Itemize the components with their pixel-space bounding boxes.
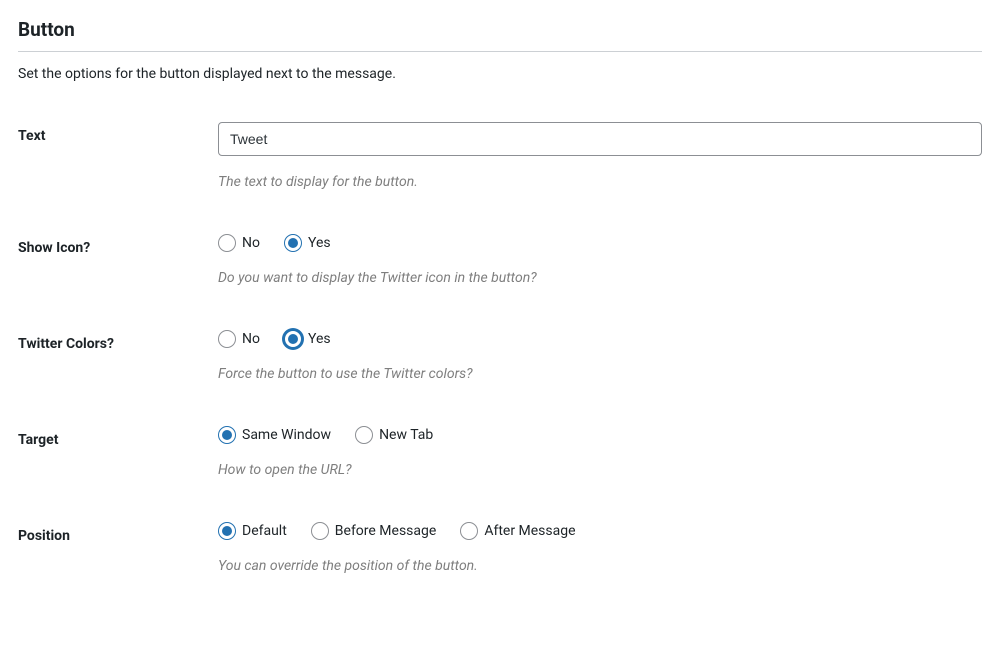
field-position: Position Default Before Message After Me…: [18, 522, 982, 574]
target-radio-group: Same Window New Tab: [218, 426, 982, 444]
field-text: Text The text to display for the button.: [18, 122, 982, 190]
field-position-help: You can override the position of the but…: [218, 558, 982, 574]
radio-icon: [218, 234, 236, 252]
radio-icon: [460, 522, 478, 540]
field-position-label: Position: [18, 522, 218, 544]
field-text-label: Text: [18, 122, 218, 144]
field-target-help: How to open the URL?: [218, 462, 982, 478]
field-twitter-colors-control: No Yes Force the button to use the Twitt…: [218, 330, 982, 382]
field-position-control: Default Before Message After Message You…: [218, 522, 982, 574]
radio-icon: [284, 330, 302, 348]
position-after[interactable]: After Message: [460, 522, 575, 540]
radio-icon: [218, 330, 236, 348]
radio-label: New Tab: [379, 427, 433, 443]
radio-icon: [218, 522, 236, 540]
radio-label: Yes: [308, 235, 331, 251]
field-show-icon: Show Icon? No Yes Do you want to display…: [18, 234, 982, 286]
field-twitter-colors: Twitter Colors? No Yes Force the button …: [18, 330, 982, 382]
field-target-control: Same Window New Tab How to open the URL?: [218, 426, 982, 478]
radio-icon: [355, 426, 373, 444]
radio-icon: [311, 522, 329, 540]
field-target: Target Same Window New Tab How to open t…: [18, 426, 982, 478]
radio-label: After Message: [484, 523, 575, 539]
position-radio-group: Default Before Message After Message: [218, 522, 982, 540]
twitter-colors-yes[interactable]: Yes: [284, 330, 331, 348]
field-text-control: The text to display for the button.: [218, 122, 982, 190]
radio-label: Default: [242, 523, 287, 539]
section-description: Set the options for the button displayed…: [18, 66, 982, 82]
radio-icon: [218, 426, 236, 444]
position-default[interactable]: Default: [218, 522, 287, 540]
target-new-tab[interactable]: New Tab: [355, 426, 433, 444]
field-twitter-colors-help: Force the button to use the Twitter colo…: [218, 366, 982, 382]
field-text-help: The text to display for the button.: [218, 174, 982, 190]
section-divider: [18, 51, 982, 52]
field-show-icon-control: No Yes Do you want to display the Twitte…: [218, 234, 982, 286]
field-target-label: Target: [18, 426, 218, 448]
radio-label: Before Message: [335, 523, 437, 539]
target-same-window[interactable]: Same Window: [218, 426, 331, 444]
section-title: Button: [18, 18, 982, 41]
field-show-icon-help: Do you want to display the Twitter icon …: [218, 270, 982, 286]
text-input[interactable]: [218, 122, 982, 156]
position-before[interactable]: Before Message: [311, 522, 437, 540]
radio-icon: [284, 234, 302, 252]
twitter-colors-no[interactable]: No: [218, 330, 260, 348]
radio-label: No: [242, 235, 260, 251]
radio-label: No: [242, 331, 260, 347]
field-twitter-colors-label: Twitter Colors?: [18, 330, 218, 352]
show-icon-yes[interactable]: Yes: [284, 234, 331, 252]
show-icon-radio-group: No Yes: [218, 234, 982, 252]
show-icon-no[interactable]: No: [218, 234, 260, 252]
radio-label: Same Window: [242, 427, 331, 443]
field-show-icon-label: Show Icon?: [18, 234, 218, 256]
radio-label: Yes: [308, 331, 331, 347]
twitter-colors-radio-group: No Yes: [218, 330, 982, 348]
